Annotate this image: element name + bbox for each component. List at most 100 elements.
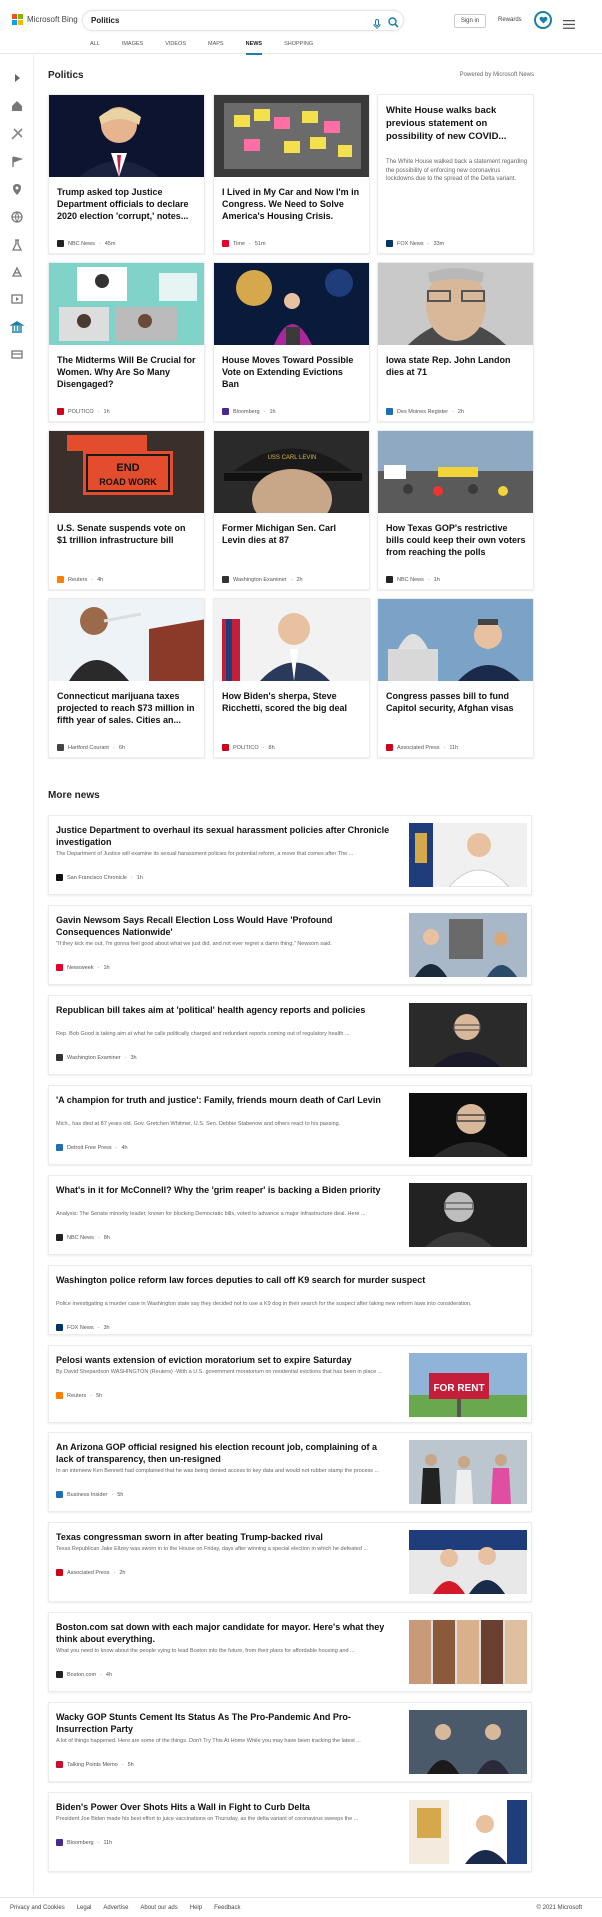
more-news-item[interactable]: Republican bill takes aim at 'political'…	[48, 995, 532, 1075]
news-card-title[interactable]: Connecticut marijuana taxes projected to…	[57, 690, 197, 726]
globe-icon[interactable]	[10, 210, 24, 224]
search-box[interactable]: Politics	[82, 10, 404, 31]
home-icon[interactable]	[10, 99, 24, 113]
more-news-item[interactable]: 'A champion for truth and justice': Fami…	[48, 1085, 532, 1165]
footer-link[interactable]: Help	[190, 1905, 202, 1911]
news-card[interactable]: USS CARL LEVIN Former Michigan Sen. Carl …	[213, 430, 370, 590]
tab-maps[interactable]: MAPS	[208, 41, 224, 54]
news-thumbnail[interactable]	[214, 263, 369, 345]
news-thumbnail[interactable]	[409, 1620, 527, 1684]
news-card-title[interactable]: Iowa state Rep. John Landon dies at 71	[386, 354, 526, 378]
bing-logo[interactable]: Microsoft Bing	[12, 14, 78, 25]
news-thumbnail[interactable]	[409, 1800, 527, 1864]
technology-icon[interactable]	[10, 265, 24, 279]
more-news-title-link[interactable]: An Arizona GOP official resigned his ele…	[56, 1441, 396, 1465]
news-thumbnail[interactable]	[49, 599, 204, 681]
news-thumbnail[interactable]	[378, 599, 533, 681]
news-thumbnail[interactable]	[409, 1183, 527, 1247]
tab-images[interactable]: IMAGES	[122, 41, 143, 54]
news-thumbnail[interactable]	[409, 1530, 527, 1594]
news-thumbnail[interactable]: FOR RENT	[409, 1353, 527, 1417]
tab-shopping[interactable]: SHOPPING	[284, 41, 313, 54]
news-card-title[interactable]: I Lived in My Car and Now I'm in Congres…	[222, 186, 362, 222]
search-input[interactable]: Politics	[91, 16, 119, 25]
news-thumbnail[interactable]	[409, 1440, 527, 1504]
more-news-title-link[interactable]: Biden's Power Over Shots Hits a Wall in …	[56, 1801, 396, 1813]
more-news-title-link[interactable]: Wacky GOP Stunts Cement Its Status As Th…	[56, 1711, 396, 1735]
more-news-item[interactable]: Biden's Power Over Shots Hits a Wall in …	[48, 1792, 532, 1872]
news-card[interactable]: Congress passes bill to fund Capitol sec…	[377, 598, 534, 758]
news-card-title[interactable]: Trump asked top Justice Department offic…	[57, 186, 197, 222]
news-card[interactable]: Iowa state Rep. John Landon dies at 71 De…	[377, 262, 534, 422]
more-news-title-link[interactable]: Justice Department to overhaul its sexua…	[56, 824, 396, 848]
footer-link[interactable]: Legal	[77, 1905, 92, 1911]
more-news-title-link[interactable]: Boston.com sat down with each major cand…	[56, 1621, 396, 1645]
more-news-item[interactable]: Pelosi wants extension of eviction morat…	[48, 1345, 532, 1423]
news-card[interactable]: How Biden's sherpa, Steve Ricchetti, sco…	[213, 598, 370, 758]
more-news-item[interactable]: Justice Department to overhaul its sexua…	[48, 815, 532, 895]
footer-link[interactable]: Advertise	[103, 1905, 128, 1911]
news-thumbnail[interactable]	[409, 1093, 527, 1157]
news-thumbnail[interactable]	[409, 823, 527, 887]
news-card-title[interactable]: White House walks back previous statemen…	[386, 104, 526, 143]
news-thumbnail[interactable]	[409, 913, 527, 977]
sign-in-button[interactable]: Sign in	[454, 14, 486, 28]
footer-link[interactable]: About our ads	[140, 1905, 177, 1911]
more-news-item[interactable]: Washington police reform law forces depu…	[48, 1265, 532, 1335]
news-thumbnail[interactable]: USS CARL LEVIN	[214, 431, 369, 513]
sports-icon[interactable]	[10, 127, 24, 141]
more-news-title-link[interactable]: Republican bill takes aim at 'political'…	[56, 1004, 396, 1016]
news-card-title[interactable]: House Moves Toward Possible Vote on Exte…	[222, 354, 362, 390]
science-icon[interactable]	[10, 238, 24, 252]
rewards-link[interactable]: Rewards	[498, 17, 522, 23]
news-card-title[interactable]: U.S. Senate suspends vote on $1 trillion…	[57, 522, 197, 546]
news-card-title[interactable]: The Midterms Will Be Crucial for Women. …	[57, 354, 197, 390]
news-card[interactable]: I Lived in My Car and Now I'm in Congres…	[213, 94, 370, 254]
news-thumbnail[interactable]	[378, 431, 533, 513]
more-news-title-link[interactable]: What's in it for McConnell? Why the 'gri…	[56, 1184, 396, 1196]
news-card-title[interactable]: Congress passes bill to fund Capitol sec…	[386, 690, 526, 714]
news-card-title[interactable]: Former Michigan Sen. Carl Levin dies at …	[222, 522, 362, 546]
news-thumbnail[interactable]	[409, 1003, 527, 1067]
news-thumbnail[interactable]	[378, 263, 533, 345]
news-thumbnail[interactable]	[409, 1710, 527, 1774]
more-news-title-link[interactable]: Pelosi wants extension of eviction morat…	[56, 1354, 396, 1366]
more-news-title-link[interactable]: Washington police reform law forces depu…	[56, 1274, 524, 1286]
news-card-title[interactable]: How Texas GOP's restrictive bills could …	[386, 522, 526, 558]
footer-link[interactable]: Feedback	[214, 1905, 240, 1911]
more-news-item[interactable]: Boston.com sat down with each major cand…	[48, 1612, 532, 1692]
business-icon[interactable]	[10, 347, 24, 361]
expand-icon[interactable]	[10, 71, 24, 85]
more-news-item[interactable]: What's in it for McConnell? Why the 'gri…	[48, 1175, 532, 1255]
more-news-item[interactable]: An Arizona GOP official resigned his ele…	[48, 1432, 532, 1512]
news-card[interactable]: How Texas GOP's restrictive bills could …	[377, 430, 534, 590]
more-news-title-link[interactable]: Gavin Newsom Says Recall Election Loss W…	[56, 914, 396, 938]
footer-link[interactable]: Privacy and Cookies	[10, 1905, 65, 1911]
news-thumbnail[interactable]	[214, 599, 369, 681]
news-thumbnail[interactable]	[49, 263, 204, 345]
news-thumbnail[interactable]: END ROAD WORK	[49, 431, 204, 513]
news-card[interactable]: Connecticut marijuana taxes projected to…	[48, 598, 205, 758]
tab-news[interactable]: NEWS	[245, 41, 262, 55]
flag-icon[interactable]	[10, 155, 24, 169]
more-news-title-link[interactable]: 'A champion for truth and justice': Fami…	[56, 1094, 396, 1106]
more-news-title-link[interactable]: Texas congressman sworn in after beating…	[56, 1531, 396, 1543]
hamburger-menu-icon[interactable]	[563, 16, 575, 34]
news-card[interactable]: END ROAD WORK U.S. Senate suspends vote on…	[48, 430, 205, 590]
news-card-title[interactable]: How Biden's sherpa, Steve Ricchetti, sco…	[222, 690, 362, 714]
tab-all[interactable]: ALL	[90, 41, 100, 54]
more-news-item[interactable]: Wacky GOP Stunts Cement Its Status As Th…	[48, 1702, 532, 1782]
news-thumbnail[interactable]	[49, 95, 204, 177]
news-card[interactable]: House Moves Toward Possible Vote on Exte…	[213, 262, 370, 422]
rewards-icon[interactable]	[534, 11, 552, 29]
politics-icon[interactable]	[10, 320, 24, 334]
search-icon[interactable]	[388, 15, 399, 33]
more-news-item[interactable]: Gavin Newsom Says Recall Election Loss W…	[48, 905, 532, 985]
location-icon[interactable]	[10, 183, 24, 197]
news-card[interactable]: White House walks back previous statemen…	[377, 94, 534, 254]
microphone-icon[interactable]	[373, 16, 381, 34]
more-news-item[interactable]: Texas congressman sworn in after beating…	[48, 1522, 532, 1602]
entertainment-icon[interactable]	[10, 292, 24, 306]
tab-videos[interactable]: VIDEOS	[165, 41, 186, 54]
news-thumbnail[interactable]	[214, 95, 369, 177]
